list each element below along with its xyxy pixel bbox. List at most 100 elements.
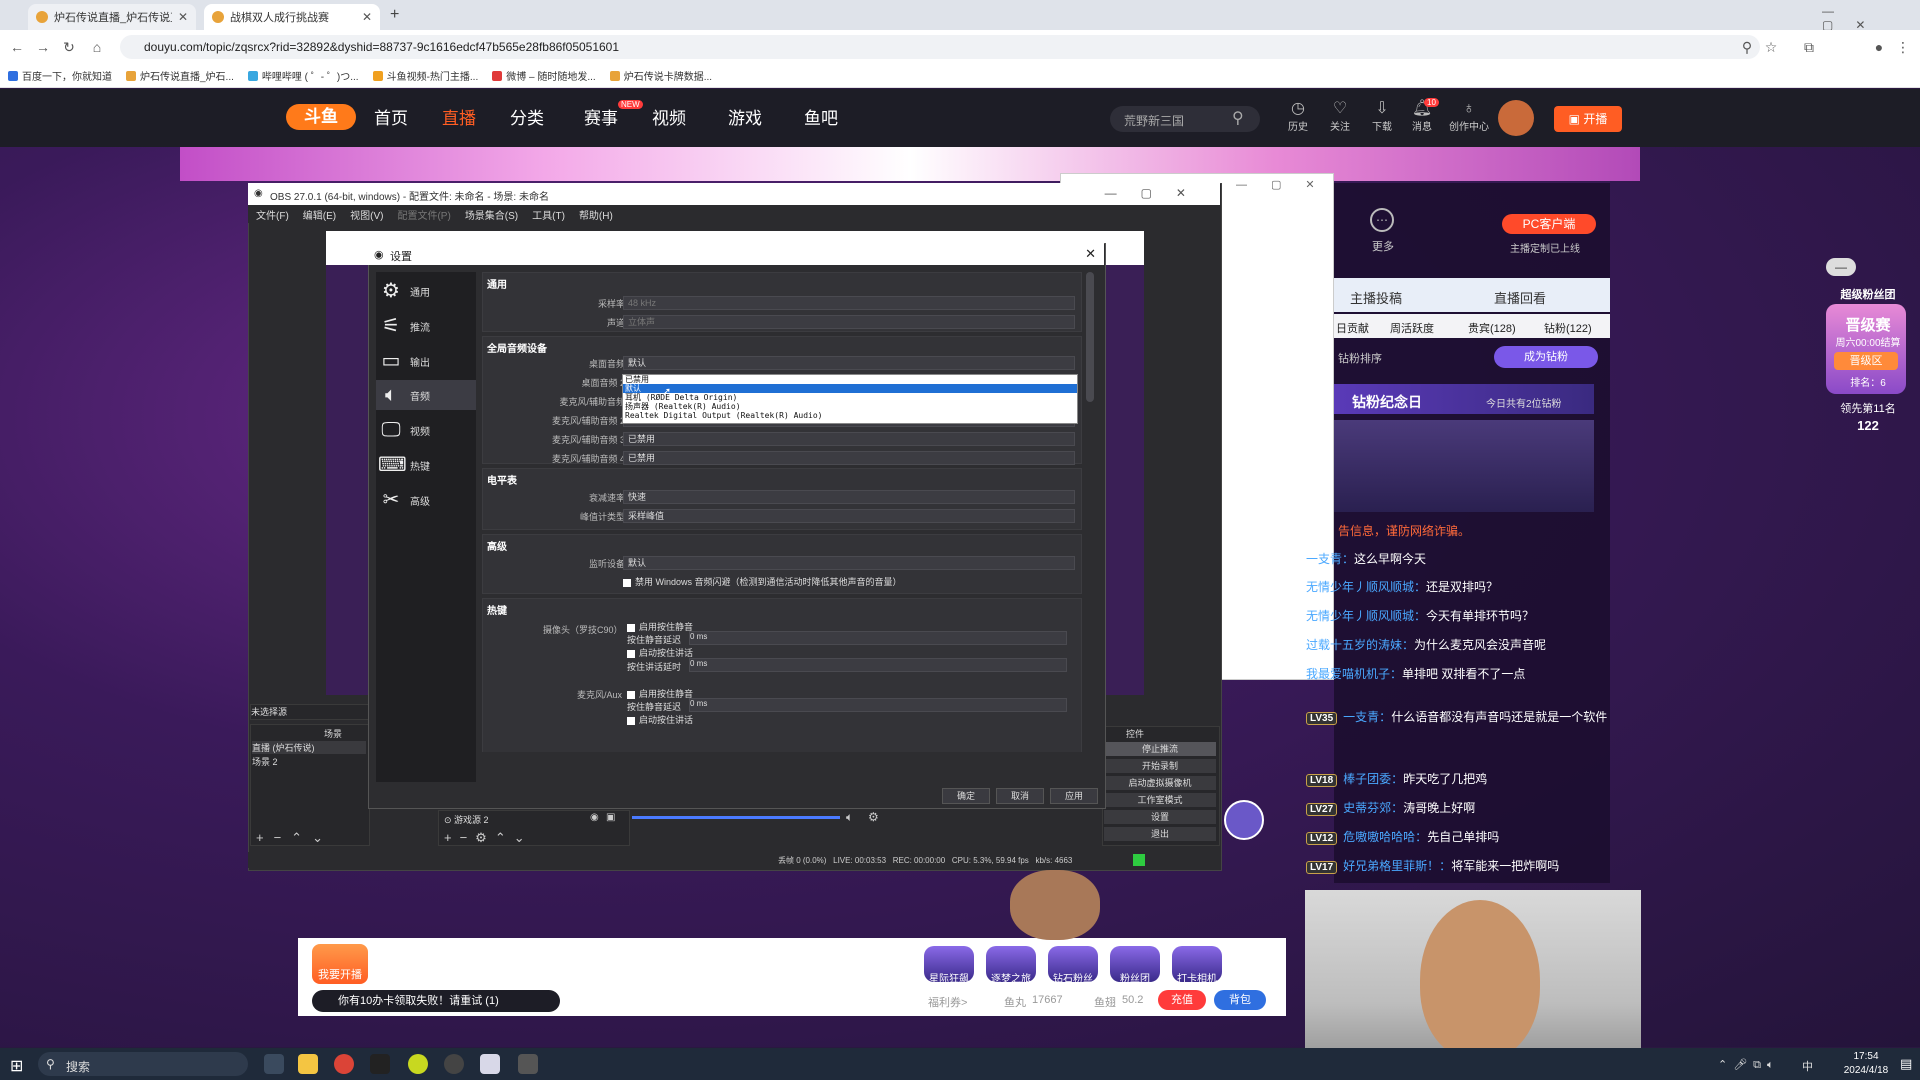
gear-icon[interactable]: ⚙ bbox=[868, 810, 879, 824]
scene-item[interactable]: 直播 (炉石传说) bbox=[252, 741, 366, 754]
menu-file[interactable]: 文件(F) bbox=[256, 207, 289, 222]
chat-username[interactable]: 无情少年丿顺风顺城： bbox=[1306, 609, 1426, 623]
follow-icon[interactable]: ♡ 关注 bbox=[1320, 100, 1360, 133]
backpack-button[interactable]: 背包 bbox=[1214, 990, 1266, 1010]
rank-tab[interactable]: 钻粉(122) bbox=[1544, 320, 1592, 336]
back-icon[interactable]: ← bbox=[8, 38, 26, 56]
sidebar-item-stream[interactable]: ⚟ 推流 bbox=[376, 311, 476, 341]
nav-home[interactable]: 首页 bbox=[374, 104, 408, 129]
peak-select[interactable]: 采样峰值 bbox=[623, 509, 1075, 523]
dropdown-option[interactable]: Realtek Digital Output (Realtek(R) Audio… bbox=[623, 411, 1077, 420]
audio-volume-slider[interactable] bbox=[632, 816, 840, 819]
ok-button[interactable]: 确定 bbox=[942, 788, 990, 804]
settings-icon[interactable] bbox=[518, 1054, 538, 1074]
chat-username[interactable]: 好兄弟格里菲斯！： bbox=[1343, 859, 1451, 873]
close-icon[interactable]: ✕ bbox=[362, 10, 372, 24]
source-toolbar[interactable]: +−⚙⌃⌄ bbox=[444, 830, 533, 846]
sidebar-item-general[interactable]: ⚙ 通用 bbox=[376, 276, 476, 306]
home-icon[interactable]: ⌂ bbox=[88, 38, 106, 56]
system-tray[interactable]: ⌃🎤︎⧉🔈︎ bbox=[1718, 1058, 1780, 1072]
tab-replay[interactable]: 直播回看 bbox=[1494, 288, 1546, 307]
nav-events[interactable]: 赛事 bbox=[584, 104, 618, 129]
monitor-select[interactable]: 默认 bbox=[623, 556, 1075, 570]
close-icon[interactable]: ✕ bbox=[1085, 246, 1096, 262]
profile-icon[interactable]: ● bbox=[1870, 38, 1888, 56]
creator-center-icon[interactable]: ♁ 创作中心 bbox=[1446, 100, 1492, 133]
history-icon[interactable]: ◷ 历史 bbox=[1278, 100, 1318, 133]
exit-button[interactable]: 退出 bbox=[1104, 827, 1216, 841]
avatar[interactable] bbox=[1498, 100, 1534, 136]
window-controls[interactable]: —▢✕ bbox=[1236, 178, 1339, 191]
ptm-delay-input[interactable]: 0 ms bbox=[689, 698, 1067, 712]
push-to-mute-checkbox[interactable]: 启用按住静音 bbox=[627, 620, 693, 633]
windows-start-icon[interactable]: ⊞ bbox=[10, 1056, 23, 1076]
qq-icon[interactable] bbox=[370, 1054, 390, 1074]
nav-games[interactable]: 游戏 bbox=[728, 104, 762, 129]
window-controls[interactable]: —▢✕ bbox=[1822, 4, 1920, 32]
menu-help[interactable]: 帮助(H) bbox=[579, 207, 613, 222]
recharge-button[interactable]: 充值 bbox=[1158, 990, 1206, 1010]
channels-select[interactable]: 立体声 bbox=[623, 315, 1075, 329]
dropdown-option[interactable]: 耳机 (RØDE Delta Origin) bbox=[623, 393, 1077, 402]
mic-aux-4-select[interactable]: 已禁用 bbox=[623, 451, 1075, 465]
stop-streaming-button[interactable]: 停止推流 bbox=[1104, 742, 1216, 756]
chat-username[interactable]: 我最爱喵机机子： bbox=[1306, 667, 1402, 681]
dropdown-option-selected[interactable]: 默认 bbox=[623, 384, 1077, 393]
source-item[interactable]: ⊙ 游戏源 2 bbox=[444, 813, 489, 826]
browser-tab-active[interactable]: 战棋双人成行挑战赛 ✕ bbox=[204, 4, 380, 30]
task-view-icon[interactable] bbox=[264, 1054, 284, 1074]
menu-icon[interactable]: ⋮ bbox=[1894, 38, 1912, 56]
star-icon[interactable]: ☆ bbox=[1762, 38, 1780, 56]
go-live-button[interactable]: ▣ 开播 bbox=[1554, 106, 1622, 132]
bookmark[interactable]: 斗鱼视频-热门主播... bbox=[372, 68, 478, 83]
download-icon[interactable]: ⇩ 下载 bbox=[1362, 100, 1402, 133]
menu-profile[interactable]: 配置文件(P) bbox=[397, 207, 450, 222]
lock-icon[interactable]: ▣ bbox=[606, 812, 615, 823]
bookmark[interactable]: 炉石传说直播_炉石... bbox=[126, 68, 234, 83]
ducking-checkbox[interactable]: 禁用 Windows 音频闪避（检测到通信活动时降低其他声音的音量） bbox=[623, 575, 902, 588]
sidebar-item-advanced[interactable]: ✂ 高级 bbox=[376, 485, 476, 515]
menu-edit[interactable]: 编辑(E) bbox=[303, 207, 336, 222]
apply-button[interactable]: 应用 bbox=[1050, 788, 1098, 804]
ime-indicator[interactable]: 中 bbox=[1802, 1058, 1813, 1074]
nav-fishbar[interactable]: 鱼吧 bbox=[804, 104, 838, 129]
more-icon[interactable]: ⋯ bbox=[1370, 208, 1394, 232]
close-icon[interactable]: ✕ bbox=[178, 10, 188, 24]
floating-assistant-icon[interactable] bbox=[1224, 800, 1264, 840]
bookmark[interactable]: 百度一下，你就知道 bbox=[8, 68, 112, 83]
chat-username[interactable]: 无情少年丿顺风顺城： bbox=[1306, 580, 1426, 594]
douyu-logo[interactable]: 斗鱼 bbox=[286, 104, 356, 130]
search-icon[interactable]: ⚲ bbox=[1232, 108, 1244, 128]
push-to-talk-checkbox[interactable]: 启动按住讲话 bbox=[627, 646, 693, 659]
sidebar-item-audio[interactable]: 🔈︎ 音频 bbox=[376, 380, 476, 410]
chat-username[interactable]: 危嗷嗷哈哈哈： bbox=[1343, 830, 1427, 844]
dropdown-option[interactable]: 已禁用 bbox=[623, 375, 1077, 384]
taskbar-time[interactable]: 17:54 bbox=[1836, 1051, 1896, 1062]
sidebar-item-video[interactable]: 🖵 视频 bbox=[376, 415, 476, 445]
menu-scene-collection[interactable]: 场景集合(S) bbox=[465, 207, 518, 222]
bookmark[interactable]: 炉石传说卡牌数据... bbox=[609, 68, 712, 83]
menu-view[interactable]: 视图(V) bbox=[350, 207, 383, 222]
zoom-icon[interactable]: ⚲ bbox=[1738, 38, 1756, 56]
mic-aux-3-select[interactable]: 已禁用 bbox=[623, 432, 1075, 446]
chat-username[interactable]: 一支青： bbox=[1306, 552, 1354, 566]
ptm-delay-input[interactable]: 0 ms bbox=[689, 631, 1067, 645]
bookmark[interactable]: 哔哩哔哩 ( ゜- ゜)つ... bbox=[247, 68, 359, 83]
app-icon[interactable] bbox=[408, 1054, 428, 1074]
push-to-talk-checkbox[interactable]: 启动按住讲话 bbox=[627, 713, 693, 726]
sidebar-item-output[interactable]: ▭ 输出 bbox=[376, 346, 476, 376]
fail-notice[interactable]: 你有10办卡领取失败！请重试 (1) bbox=[312, 990, 560, 1012]
taskbar-date[interactable]: 2024/4/18 bbox=[1836, 1065, 1896, 1076]
scene-item[interactable]: 场景 2 bbox=[252, 755, 366, 768]
eye-icon[interactable]: ◉ bbox=[590, 812, 599, 823]
sample-rate-select[interactable]: 48 kHz bbox=[623, 296, 1075, 310]
start-recording-button[interactable]: 开始录制 bbox=[1104, 759, 1216, 773]
tab-submissions[interactable]: 主播投稿 bbox=[1350, 288, 1402, 307]
file-explorer-icon[interactable] bbox=[298, 1054, 318, 1074]
nav-live[interactable]: 直播 bbox=[442, 104, 476, 129]
forward-icon[interactable]: → bbox=[34, 38, 52, 56]
rank-tab[interactable]: 日贡献 bbox=[1336, 320, 1369, 336]
new-tab-icon[interactable]: + bbox=[390, 6, 399, 24]
nav-category[interactable]: 分类 bbox=[510, 104, 544, 129]
settings-scrollbar[interactable] bbox=[1086, 272, 1094, 402]
